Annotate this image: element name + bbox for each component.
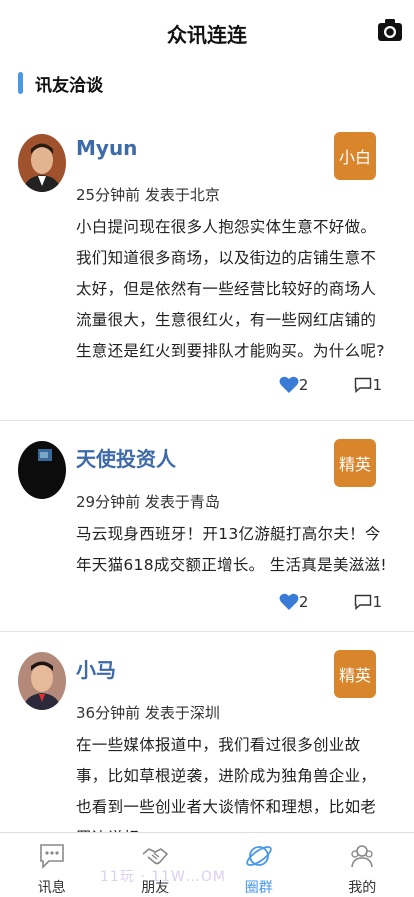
section-heading: 讯友洽谈 — [18, 70, 103, 96]
post-actions: 2 1 — [279, 593, 382, 611]
user-icon — [347, 841, 377, 871]
comment-icon — [354, 594, 372, 610]
heart-icon — [279, 593, 299, 611]
post-content[interactable]: 在一些媒体报道中，我们看过很多创业故事，比如草根逆袭，进阶成为独角兽企业，也看到… — [76, 730, 390, 832]
tab-label: 讯息 — [38, 877, 66, 897]
comment-button[interactable]: 1 — [354, 593, 382, 611]
tab-circles[interactable]: 圈群 — [207, 833, 311, 897]
post-author-name[interactable]: Myun — [76, 136, 137, 160]
avatar[interactable] — [18, 652, 66, 710]
post-time-location: 36分钟前 发表于深圳 — [76, 702, 220, 723]
watermark: 11玩 · 11W…OM — [100, 866, 226, 886]
avatar[interactable] — [18, 134, 66, 192]
like-button[interactable]: 2 — [279, 376, 309, 394]
section-label: 讯友洽谈 — [35, 71, 103, 96]
comment-button[interactable]: 1 — [354, 376, 382, 394]
like-count: 2 — [299, 376, 309, 394]
post-actions: 2 1 — [279, 376, 382, 394]
post-author-name[interactable]: 天使投资人 — [76, 443, 176, 472]
user-level-badge: 精英 — [334, 439, 376, 487]
post-card[interactable]: 小马 精英 36分钟前 发表于深圳 在一些媒体报道中，我们看过很多创业故事，比如… — [0, 632, 414, 832]
tab-label: 我的 — [348, 877, 376, 897]
post-content[interactable]: 小白提问现在很多人抱怨实体生意不好做。我们知道很多商场，以及街边的店铺生意不太好… — [76, 212, 390, 367]
section-accent-bar — [18, 72, 23, 94]
post-content[interactable]: 马云现身西班牙！开13亿游艇打高尔夫！今年天猫618成交额正增长。 生活真是美滋… — [76, 519, 390, 581]
post-author-name[interactable]: 小马 — [76, 654, 116, 683]
post-time-location: 25分钟前 发表于北京 — [76, 184, 220, 205]
post-card[interactable]: Myun 小白 25分钟前 发表于北京 小白提问现在很多人抱怨实体生意不好做。我… — [0, 114, 414, 421]
tab-friends[interactable]: 朋友 — [104, 833, 208, 897]
comment-count: 1 — [372, 593, 382, 611]
tab-profile[interactable]: 我的 — [311, 833, 414, 897]
post-card[interactable]: 天使投资人 精英 29分钟前 发表于青岛 马云现身西班牙！开13亿游艇打高尔夫！… — [0, 421, 414, 632]
comment-icon — [354, 377, 372, 393]
camera-icon[interactable] — [376, 16, 404, 44]
user-level-badge: 小白 — [334, 132, 376, 180]
avatar[interactable] — [18, 441, 66, 499]
tab-messages[interactable]: 讯息 — [0, 833, 104, 897]
page-title: 众讯连连 — [167, 19, 247, 48]
post-time-location: 29分钟前 发表于青岛 — [76, 491, 220, 512]
like-count: 2 — [299, 593, 309, 611]
planet-icon — [244, 841, 274, 871]
user-level-badge: 精英 — [334, 650, 376, 698]
tab-label: 圈群 — [245, 877, 273, 897]
top-bar: 众讯连连 — [0, 0, 414, 62]
heart-icon — [279, 376, 299, 394]
bottom-tab-bar: 讯息 朋友 圈群 我的 — [0, 832, 414, 897]
message-icon — [37, 841, 67, 871]
comment-count: 1 — [372, 376, 382, 394]
like-button[interactable]: 2 — [279, 593, 309, 611]
post-feed[interactable]: Myun 小白 25分钟前 发表于北京 小白提问现在很多人抱怨实体生意不好做。我… — [0, 114, 414, 832]
